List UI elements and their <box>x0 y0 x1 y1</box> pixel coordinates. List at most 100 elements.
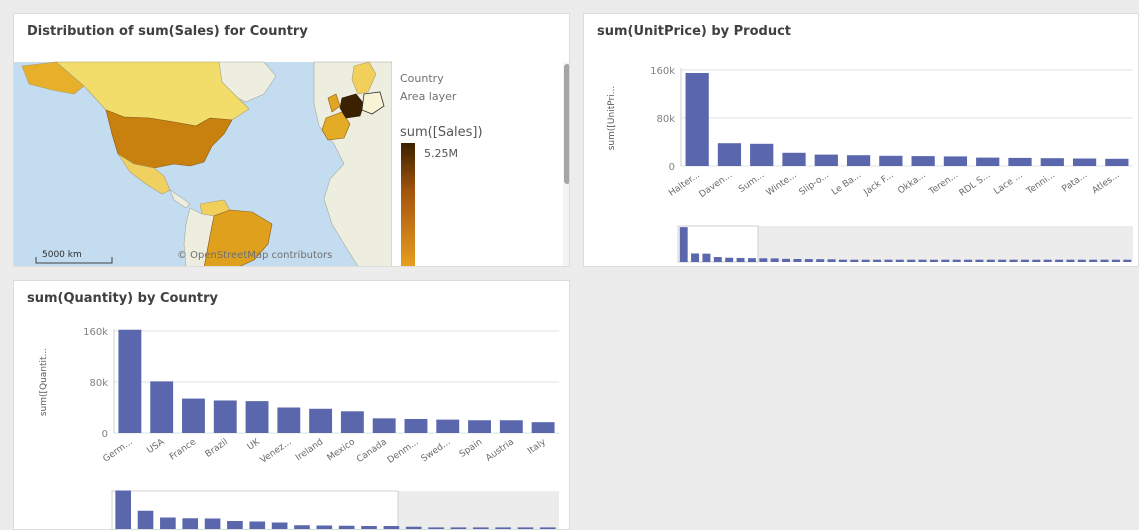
scrollbar-mini-bar <box>759 258 767 262</box>
x-tick-label: Slip-o... <box>798 170 831 198</box>
scrollbar-mini-bar <box>873 260 881 262</box>
x-tick-label: Spain <box>458 437 484 460</box>
y-tick-label: 0 <box>102 429 108 440</box>
bar <box>1105 159 1128 166</box>
x-tick-label: Canada <box>355 437 389 465</box>
bar <box>532 422 555 433</box>
scrollbar-mini-bar <box>294 525 310 530</box>
scrollbar-mini-bar <box>839 260 847 262</box>
scrollbar-mini-bar <box>1010 260 1018 262</box>
x-tick-label: Denm... <box>386 437 421 466</box>
scrollbar-mini-bar <box>205 519 221 530</box>
country-bar-chart[interactable]: sum([Quantit...160k80k0Germ...USAFranceB… <box>14 281 570 530</box>
scrollbar-mini-bar <box>748 258 756 262</box>
scrollbar-mini-bar <box>1089 260 1097 262</box>
bar <box>944 156 967 166</box>
scrollbar-mini-bar <box>805 259 813 262</box>
scrollbar-mini-bar <box>975 260 983 262</box>
scrollbar-mini-bar <box>227 521 243 530</box>
x-tick-label: Atles... <box>1091 170 1122 196</box>
bar <box>341 411 364 433</box>
scrollbar-mini-bar <box>862 260 870 262</box>
scrollbar-mini-bar <box>907 260 915 262</box>
scrollbar-mini-bar <box>1032 260 1040 262</box>
bar <box>373 418 396 433</box>
scrollbar-mini-bar <box>1078 260 1086 262</box>
scrollbar-mini-bar <box>919 260 927 262</box>
legend-measure: sum([Sales]) <box>400 125 483 140</box>
y-axis-title: sum([Quantit... <box>39 348 49 416</box>
bar <box>782 153 805 166</box>
x-tick-label: Lace ... <box>992 170 1024 197</box>
bar <box>405 419 428 433</box>
map-attribution: © OpenStreetMap contributors <box>177 250 332 261</box>
scrollbar-mini-bar <box>953 260 961 262</box>
scrollbar-mini-bar <box>182 518 198 530</box>
map-svg[interactable]: 5000 km © OpenStreetMap contributors Cou… <box>14 14 570 267</box>
y-tick-label: 0 <box>669 162 675 173</box>
bar <box>500 420 523 433</box>
x-tick-label: Winte... <box>765 170 799 198</box>
x-tick-label: Ireland <box>294 437 325 463</box>
scrollbar-mini-bar <box>1021 260 1029 262</box>
bar <box>182 399 205 433</box>
bar <box>912 156 935 166</box>
legend-dimension: Country <box>400 72 444 85</box>
scrollbar-mini-bar <box>782 259 790 262</box>
bar <box>686 73 709 166</box>
y-axis-title: sum([UnitPri... <box>607 86 617 151</box>
scrollbar-mini-bar <box>793 259 801 262</box>
scrollbar-mini-bar <box>691 253 699 262</box>
legend-layer: Area layer <box>400 90 457 103</box>
country-chart-panel: sum(Quantity) by Country sum([Quantit...… <box>13 280 570 530</box>
scrollbar-mini-bar <box>1055 260 1063 262</box>
scrollbar-mini-bar <box>1066 260 1074 262</box>
bar <box>976 158 999 166</box>
product-bar-chart[interactable]: sum([UnitPri...160k80k0Halter...Daven...… <box>584 14 1139 267</box>
scrollbar-mini-bar <box>680 227 688 262</box>
y-tick-label: 80k <box>89 378 108 389</box>
scrollbar-mini-bar <box>1112 260 1120 262</box>
y-tick-label: 160k <box>83 327 108 338</box>
x-tick-label: Austria <box>484 437 516 463</box>
scrollbar-mini-bar <box>828 259 836 262</box>
bar <box>1041 158 1064 166</box>
scrollbar-mini-bar <box>160 518 176 530</box>
scrollbar-mini-bar <box>816 259 824 262</box>
scrollbar-mini-bar <box>998 260 1006 262</box>
bar <box>214 400 237 433</box>
bar <box>309 409 332 433</box>
scrollbar-mini-bar <box>1123 260 1131 262</box>
scrollbar-mini-bar <box>361 526 377 530</box>
bar <box>1073 159 1096 167</box>
scrollbar-mini-bar <box>1101 260 1109 262</box>
x-tick-label: Jack F... <box>862 170 896 198</box>
x-tick-label: Pata... <box>1060 170 1089 194</box>
bar <box>815 155 838 166</box>
x-tick-label: UK <box>246 437 263 453</box>
x-tick-label: Swed... <box>420 437 453 464</box>
scrollbar-mini-bar <box>850 260 858 262</box>
x-tick-label: Brazil <box>204 437 230 460</box>
legend-scrollbar-thumb <box>564 64 570 184</box>
scrollbar-mini-bar <box>1044 260 1052 262</box>
bar <box>277 408 300 434</box>
x-tick-label: Le Ba... <box>830 170 863 197</box>
x-tick-label: Sum... <box>737 170 766 195</box>
bar <box>847 155 870 166</box>
legend-color-ramp <box>401 143 415 267</box>
bar <box>468 420 491 433</box>
bar <box>718 143 741 166</box>
scrollbar-mini-bar <box>896 260 904 262</box>
x-tick-label: Italy <box>526 437 548 457</box>
scrollbar-mini-bar <box>987 260 995 262</box>
scrollbar-mini-bar <box>941 260 949 262</box>
scrollbar-mini-bar <box>964 260 972 262</box>
scrollbar-mini-bar <box>272 523 288 530</box>
product-chart-panel: sum(UnitPrice) by Product sum([UnitPri..… <box>583 13 1139 267</box>
scrollbar-mini-bar <box>714 257 722 262</box>
scrollbar-mini-bar <box>771 258 779 262</box>
scrollbar-mini-bar <box>737 258 745 262</box>
scrollbar-mini-bar <box>249 522 265 530</box>
x-tick-label: RDL S... <box>958 170 993 198</box>
